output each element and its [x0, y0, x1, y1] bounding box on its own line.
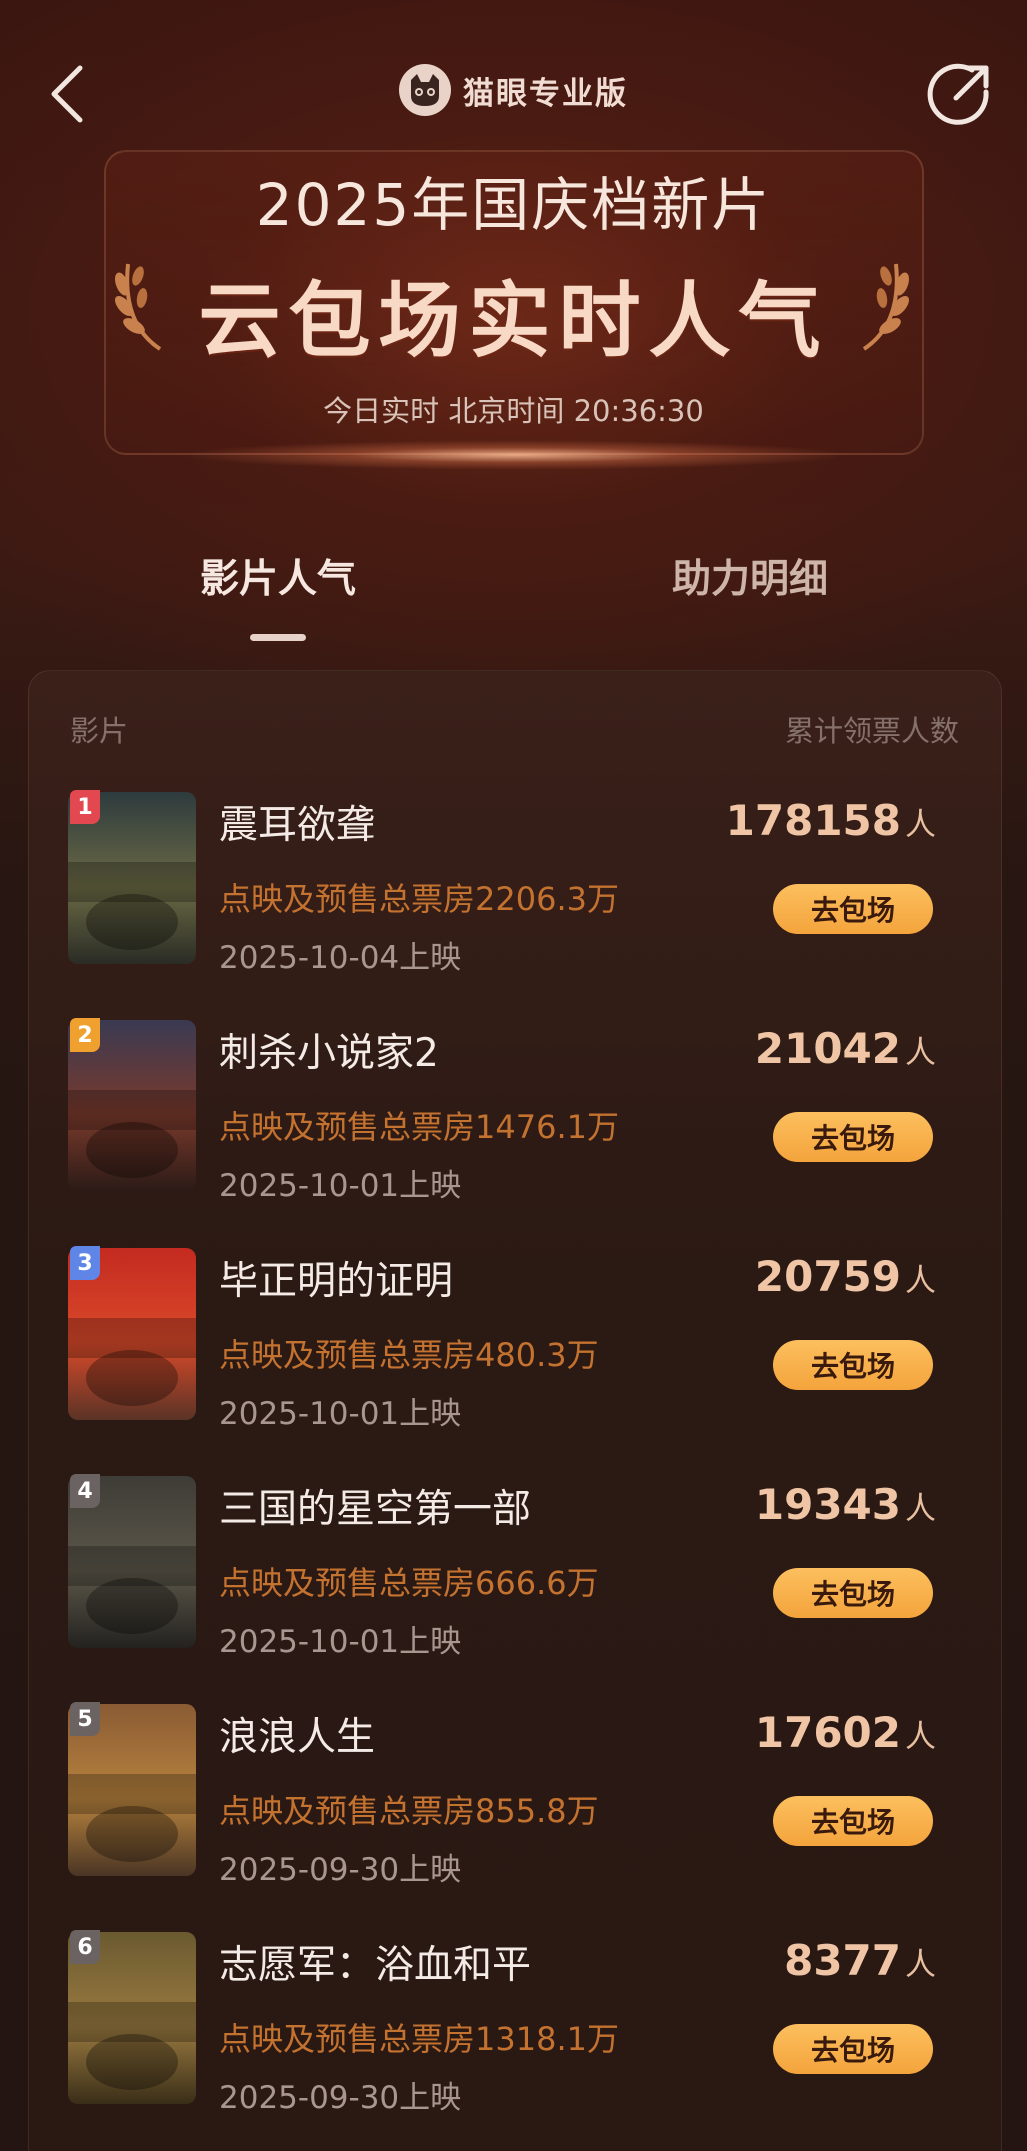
film-release-date: 2025-10-01上映 — [219, 1624, 462, 1660]
film-box-office: 点映及预售总票房1476.1万 — [219, 1108, 619, 1146]
rank-badge: 6 — [70, 1930, 100, 1964]
ticket-count-unit: 人 — [905, 1263, 936, 1299]
ticket-count-unit: 人 — [905, 807, 936, 843]
rank-badge: 4 — [70, 1474, 100, 1508]
header: 猫眼专业版 2025年国庆档新片 云包场实时人气 今日实时 北京时间 20:36… — [0, 0, 1027, 640]
ticket-count-value: 178158 — [725, 796, 901, 845]
brand-name: 猫眼专业版 — [463, 75, 628, 112]
rank-badge: 3 — [70, 1246, 100, 1280]
film-release-date: 2025-09-30上映 — [219, 2080, 462, 2116]
brand: 猫眼专业版 — [0, 62, 1027, 118]
film-box-office: 点映及预售总票房2206.3万 — [219, 880, 619, 918]
film-box-office: 点映及预售总票房855.8万 — [219, 1792, 599, 1830]
book-screening-button[interactable]: 去包场 — [773, 1796, 933, 1846]
film-box-office: 点映及预售总票房1318.1万 — [219, 2020, 619, 2058]
film-row[interactable]: 3 毕正明的证明点映及预售总票房480.3万 2025-10-01上映 20759 人去… — [28, 1246, 1002, 1476]
ticket-count-value: 21042 — [754, 1024, 901, 1073]
ticket-count: 20759 人 — [755, 1252, 936, 1301]
share-button[interactable] — [922, 56, 998, 132]
film-row[interactable]: 6 志愿军：浴血和平点映及预售总票房1318.1万 2025-09-30上映 8377… — [28, 1930, 1002, 2151]
ticket-count: 21042 人 — [755, 1024, 936, 1073]
film-release-date: 2025-10-01上映 — [219, 1168, 462, 1204]
hero-subtitle: 2025年国庆档新片 — [255, 171, 772, 239]
book-screening-button[interactable]: 去包场 — [773, 1568, 933, 1618]
film-title[interactable]: 志愿军：浴血和平 — [219, 1934, 531, 1990]
film-box-office: 点映及预售总票房666.6万 — [219, 1564, 599, 1602]
book-screening-button[interactable]: 去包场 — [773, 1112, 933, 1162]
ticket-count: 8377 人 — [784, 1936, 936, 1985]
column-header-film: 影片 — [70, 714, 129, 748]
ticket-count: 19343 人 — [755, 1480, 936, 1529]
tab-support-details[interactable]: 助力明细 — [600, 548, 900, 604]
film-title[interactable]: 浪浪人生 — [219, 1706, 375, 1762]
hero-glow — [180, 440, 850, 470]
ticket-count-unit: 人 — [905, 1719, 936, 1755]
film-release-date: 2025-10-04上映 — [219, 940, 462, 976]
hero-title: 云包场实时人气 — [198, 274, 829, 369]
film-release-date: 2025-09-30上映 — [219, 1852, 462, 1888]
book-screening-button[interactable]: 去包场 — [773, 884, 933, 934]
tab-bar: 影片人气 助力明细 — [0, 548, 1027, 648]
ticket-count-unit: 人 — [905, 1491, 936, 1527]
book-screening-button[interactable]: 去包场 — [773, 1340, 933, 1390]
ticket-count-unit: 人 — [905, 1035, 936, 1071]
rank-badge: 1 — [70, 790, 100, 824]
film-title[interactable]: 刺杀小说家2 — [219, 1022, 439, 1078]
film-row[interactable]: 1 震耳欲聋点映及预售总票房2206.3万 2025-10-04上映 178158 人去… — [28, 790, 1002, 1020]
ticket-count: 17602 人 — [755, 1708, 936, 1757]
ticket-count-value: 17602 — [754, 1708, 901, 1757]
realtime-clock: 今日实时 北京时间 20:36:30 — [323, 394, 704, 428]
share-icon — [927, 63, 989, 125]
film-title[interactable]: 三国的星空第一部 — [219, 1478, 531, 1534]
film-box-office: 点映及预售总票房480.3万 — [219, 1336, 599, 1374]
tab-active-indicator — [250, 634, 306, 641]
film-release-date: 2025-10-01上映 — [219, 1396, 462, 1432]
film-row[interactable]: 2 刺杀小说家2 点映及预售总票房1476.1万 2025-10-01上映 21042 人… — [28, 1018, 1002, 1248]
ticket-count-value: 19343 — [754, 1480, 901, 1529]
film-title[interactable]: 震耳欲聋 — [219, 794, 375, 850]
rank-badge: 5 — [70, 1702, 100, 1736]
rank-badge: 2 — [70, 1018, 100, 1052]
ticket-count: 178158 人 — [726, 796, 936, 845]
tab-film-popularity[interactable]: 影片人气 — [128, 548, 428, 604]
ticket-count-unit: 人 — [905, 1947, 936, 1983]
film-row[interactable]: 4 三国的星空第一部点映及预售总票房666.6万 2025-10-01上映 19343… — [28, 1474, 1002, 1704]
column-header-count: 累计领票人数 — [784, 714, 959, 748]
ticket-count-value: 8377 — [784, 1936, 901, 1985]
ticket-count-value: 20759 — [754, 1252, 901, 1301]
film-title[interactable]: 毕正明的证明 — [219, 1250, 453, 1306]
cat-logo-icon — [399, 64, 451, 116]
film-row[interactable]: 5 浪浪人生点映及预售总票房855.8万 2025-09-30上映 17602 人去包场 — [28, 1702, 1002, 1932]
book-screening-button[interactable]: 去包场 — [773, 2024, 933, 2074]
